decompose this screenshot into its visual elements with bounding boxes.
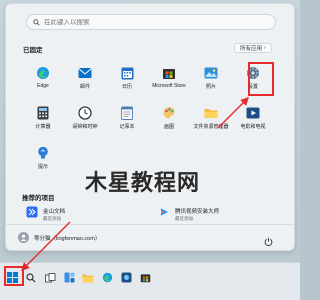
pinned-grid: Edge 邮件 日历 Microsoft Store 照片 设置 计算器 闹钟和… xyxy=(22,66,272,176)
taskbar-app-button[interactable] xyxy=(120,270,132,288)
app-calendar[interactable]: 日历 xyxy=(106,66,148,96)
app-label: Edge xyxy=(37,83,49,89)
notepad-icon xyxy=(120,106,134,120)
app-label: 计算器 xyxy=(35,124,51,130)
avatar xyxy=(18,232,29,243)
mail-icon xyxy=(78,66,92,80)
edge-icon xyxy=(102,270,113,288)
user-account[interactable]: 零分猫（lingfenmao.com） xyxy=(18,232,100,243)
photos-icon xyxy=(204,66,218,80)
recommended-title: 推荐的项目 xyxy=(22,195,55,202)
recommended-sub: 最近添加 xyxy=(175,215,193,221)
kdocs-icon xyxy=(26,205,38,223)
app-paint[interactable]: 画图 xyxy=(148,106,190,136)
all-apps-label: 所有应用 xyxy=(240,46,263,52)
store-icon xyxy=(162,66,176,80)
divider xyxy=(5,224,295,225)
calendar-icon xyxy=(120,66,134,80)
app-notepad[interactable]: 记事本 xyxy=(106,106,148,136)
tips-icon xyxy=(36,146,50,160)
all-apps-button[interactable]: 所有应用 › xyxy=(234,43,272,53)
user-name: 零分猫（lingfenmao.com） xyxy=(34,235,101,242)
settings-highlight xyxy=(248,62,274,96)
taskbar-store-button[interactable] xyxy=(139,273,151,285)
clock-icon xyxy=(78,106,92,120)
app-label: 邮件 xyxy=(79,84,90,90)
taskbar-explorer-button[interactable] xyxy=(82,273,94,285)
start-button-highlight xyxy=(4,266,24,286)
app-label: 照片 xyxy=(205,84,216,90)
app-edge[interactable]: Edge xyxy=(22,66,64,96)
watermark: 木星教程网 xyxy=(85,171,201,196)
app-icon xyxy=(121,270,132,288)
app-label: 闹钟和时钟 xyxy=(72,124,98,130)
app-label: 文件资源管理器 xyxy=(193,124,229,130)
power-button[interactable] xyxy=(264,233,273,251)
app-label: 日历 xyxy=(121,84,132,90)
folder-icon xyxy=(82,270,94,288)
app-label: 画图 xyxy=(163,124,174,130)
search-box[interactable] xyxy=(26,14,276,30)
app-alarms-clock[interactable]: 闹钟和时钟 xyxy=(64,106,106,136)
app-label: 记事本 xyxy=(119,124,135,130)
pinned-title: 已固定 xyxy=(23,47,43,54)
app-calculator[interactable]: 计算器 xyxy=(22,106,64,136)
paint-icon xyxy=(162,106,176,120)
taskbar-search-button[interactable] xyxy=(25,273,37,285)
task-view-button[interactable] xyxy=(44,273,56,285)
tencent-video-icon xyxy=(158,205,170,223)
app-label: 电影和电视 xyxy=(240,124,266,130)
app-mail[interactable]: 邮件 xyxy=(64,66,106,96)
app-label: Microsoft Store xyxy=(152,83,186,89)
taskbar-edge-button[interactable] xyxy=(101,270,113,288)
recommended-item[interactable]: 腾讯视频安装大师 最近添加 xyxy=(158,205,219,223)
app-microsoft-store[interactable]: Microsoft Store xyxy=(148,66,190,96)
recommended-name: 金山文档 xyxy=(43,208,66,215)
app-photos[interactable]: 照片 xyxy=(190,66,232,96)
chevron-right-icon: › xyxy=(264,45,266,51)
calculator-icon xyxy=(36,106,50,120)
search-icon xyxy=(33,18,40,26)
app-movies-tv[interactable]: 电影和电视 xyxy=(232,106,274,136)
app-tips[interactable]: 提示 xyxy=(22,146,64,176)
widgets-icon xyxy=(64,270,75,288)
search-input[interactable] xyxy=(44,18,244,26)
edge-icon xyxy=(36,66,50,80)
task-view-icon xyxy=(44,270,56,288)
app-file-explorer[interactable]: 文件资源管理器 xyxy=(190,106,232,136)
widgets-button[interactable] xyxy=(63,270,75,288)
taskbar xyxy=(0,262,300,300)
app-label: 提示 xyxy=(37,164,48,170)
search-icon xyxy=(26,270,36,288)
store-icon xyxy=(140,270,151,288)
recommended-item[interactable]: 金山文档 最近添加 xyxy=(26,205,65,223)
recommended-name: 腾讯视频安装大师 xyxy=(175,208,220,215)
movies-icon xyxy=(246,106,260,120)
folder-icon xyxy=(204,106,218,120)
power-icon xyxy=(264,233,273,250)
recommended-sub: 最近添加 xyxy=(43,215,61,221)
